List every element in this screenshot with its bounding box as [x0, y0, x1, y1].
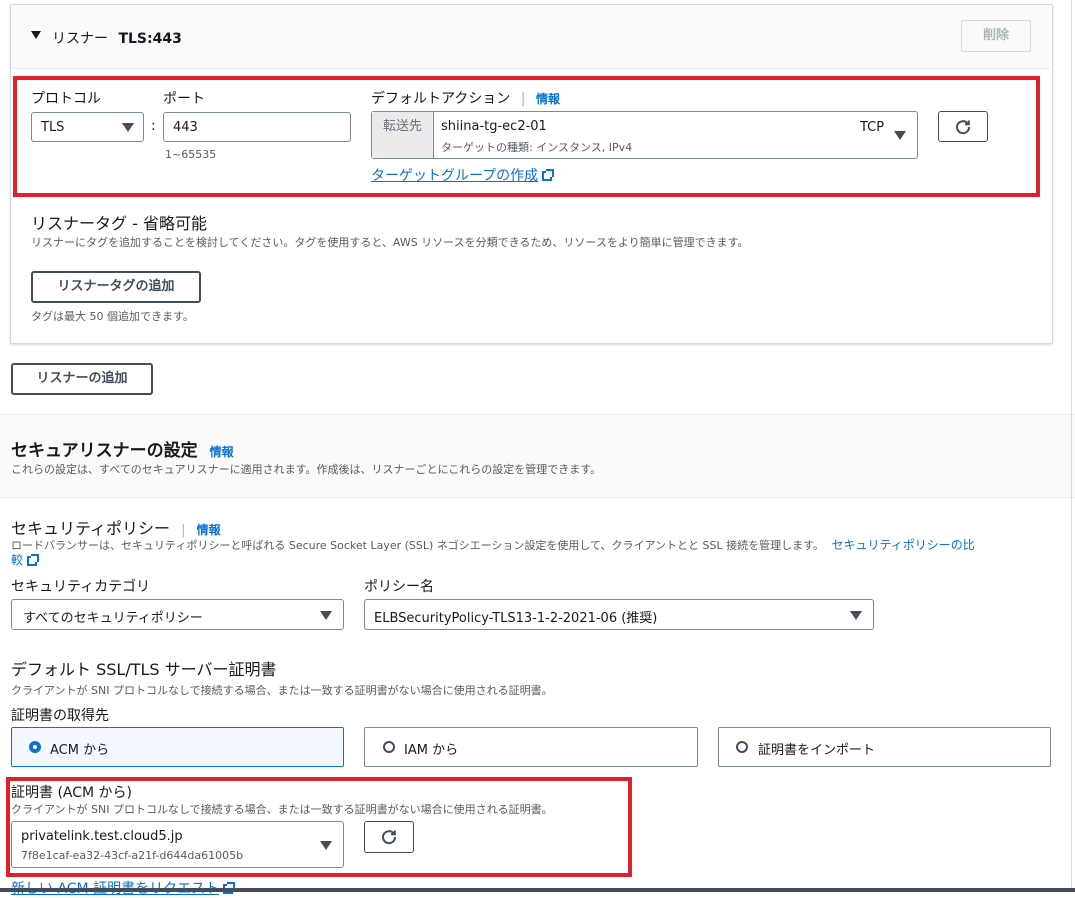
policy-name-label: ポリシー名 — [364, 579, 434, 595]
acm-cert-desc: クライアントが SNI プロトコルなしで接続する場合、または一致する証明書がない… — [11, 803, 553, 816]
protocol-select-value: TLS — [41, 120, 65, 135]
default-action-label: デフォルトアクション | 情報 — [371, 91, 560, 107]
refresh-certificates-button[interactable] — [364, 821, 414, 853]
secure-section-desc: これらの設定は、すべてのセキュアリスナーに適用されます。作成後は、リスナーごとに… — [11, 463, 602, 476]
delete-button-label: 削除 — [982, 28, 1009, 43]
security-category-select[interactable]: すべてのセキュリティポリシー — [11, 599, 344, 630]
external-link-icon — [542, 169, 555, 181]
default-action-label-text: デフォルトアクション — [371, 91, 511, 107]
security-policy-desc-text: ロードバランサーは、セキュリティポリシーと呼ばれる Secure Socket … — [11, 539, 825, 552]
default-cert-desc: クライアントが SNI プロトコルなしで接続する場合、または一致する証明書がない… — [11, 684, 553, 697]
add-listener-tag-label: リスナータグの追加 — [57, 279, 175, 294]
security-policy-compare-link[interactable]: セキュリティポリシーの比 — [832, 538, 975, 552]
secure-section-title: セキュアリスナーの設定 情報 — [11, 436, 234, 461]
forward-prefix-label: 転送先 — [382, 119, 422, 134]
chevron-down-icon — [850, 611, 862, 620]
cert-source-option-import-label: 証明書をインポート — [758, 743, 876, 758]
create-target-group-link-text: ターゲットグループの作成 — [371, 168, 539, 184]
cert-source-option-iam[interactable]: IAM から — [364, 727, 698, 767]
listener-tags-title: リスナータグ - 省略可能 — [31, 214, 207, 233]
add-listener-label: リスナーの追加 — [36, 371, 128, 386]
add-listener-tag-button[interactable]: リスナータグの追加 — [31, 271, 201, 303]
cert-source-option-acm[interactable]: ACM から — [11, 727, 344, 767]
refresh-icon — [956, 119, 971, 134]
cert-source-label: 証明書の取得先 — [11, 708, 109, 724]
radio-selected-icon — [29, 741, 41, 753]
port-input-value: 443 — [173, 120, 198, 135]
cert-source-option-import[interactable]: 証明書をインポート — [718, 727, 1051, 767]
radio-unselected-icon — [383, 741, 395, 753]
bottom-edge-bar — [0, 888, 1075, 892]
chevron-down-icon — [320, 611, 332, 620]
default-action-select[interactable]: 転送先 shiina-tg-ec2-01 ターゲットの種類: インスタンス, I… — [371, 111, 918, 159]
listener-header-name: TLS:443 — [118, 31, 182, 47]
create-target-group-link[interactable]: ターゲットグループの作成 — [371, 165, 555, 185]
acm-cert-name: privatelink.test.cloud5.jp — [21, 829, 183, 844]
tag-limit-note: タグは最大 50 個追加できます。 — [31, 310, 194, 323]
security-policy-info-link[interactable]: 情報 — [197, 523, 221, 537]
protocol-port-separator: : — [151, 118, 156, 134]
radio-unselected-icon — [736, 741, 748, 753]
acm-cert-label: 証明書 (ACM から) — [11, 785, 133, 801]
chevron-down-icon — [320, 841, 332, 850]
refresh-icon — [382, 830, 397, 845]
expand-caret-icon[interactable] — [31, 31, 41, 39]
listener-header: リスナー TLS:443 — [52, 28, 182, 48]
right-edge-divider — [1071, 0, 1072, 892]
acm-cert-select[interactable]: privatelink.test.cloud5.jp 7f8e1caf-ea32… — [11, 821, 344, 868]
policy-name-value: ELBSecurityPolicy-TLS13-1-2-2021-06 (推奨) — [374, 611, 658, 626]
security-policy-desc: ロードバランサーは、セキュリティポリシーと呼ばれる Secure Socket … — [11, 538, 1041, 568]
secure-section-info-link[interactable]: 情報 — [210, 445, 234, 459]
protocol-select[interactable]: TLS — [31, 112, 144, 142]
delete-button[interactable]: 削除 — [961, 20, 1031, 52]
cert-source-option-acm-label: ACM から — [50, 743, 110, 758]
security-category-label: セキュリティカテゴリ — [11, 579, 151, 595]
forward-prefix: 転送先 — [372, 112, 434, 158]
external-link-icon — [27, 554, 40, 566]
target-group-protocol: TCP — [860, 120, 885, 135]
secure-section-title-text: セキュアリスナーの設定 — [11, 441, 198, 461]
security-policy-title-text: セキュリティポリシー — [11, 519, 171, 538]
acm-cert-id: 7f8e1caf-ea32-43cf-a21f-d644da61005b — [21, 849, 244, 862]
protocol-label: プロトコル — [31, 91, 101, 107]
port-hint: 1~65535 — [165, 148, 217, 161]
security-policy-title: セキュリティポリシー | 情報 — [11, 519, 221, 538]
port-label: ポート — [163, 91, 205, 107]
default-action-info-link[interactable]: 情報 — [536, 92, 560, 106]
add-listener-button[interactable]: リスナーの追加 — [11, 363, 153, 395]
listener-tags-desc: リスナーにタグを追加することを検討してください。タグを使用すると、AWS リソー… — [31, 236, 749, 249]
target-group-name: shiina-tg-ec2-01 — [441, 119, 547, 134]
default-cert-title: デフォルト SSL/TLS サーバー証明書 — [11, 660, 277, 679]
policy-name-select[interactable]: ELBSecurityPolicy-TLS13-1-2-2021-06 (推奨) — [364, 599, 874, 630]
security-policy-compare-link-cont[interactable]: 較 — [11, 553, 23, 567]
port-input[interactable]: 443 — [163, 112, 351, 142]
listener-header-prefix: リスナー — [52, 31, 108, 47]
security-category-value: すべてのセキュリティポリシー — [23, 611, 203, 626]
target-group-sub: ターゲットの種類: インスタンス, IPv4 — [441, 141, 633, 154]
cert-source-option-iam-label: IAM から — [404, 743, 459, 758]
chevron-down-icon — [894, 131, 906, 140]
refresh-target-groups-button[interactable] — [938, 111, 988, 142]
chevron-down-icon — [122, 123, 134, 132]
